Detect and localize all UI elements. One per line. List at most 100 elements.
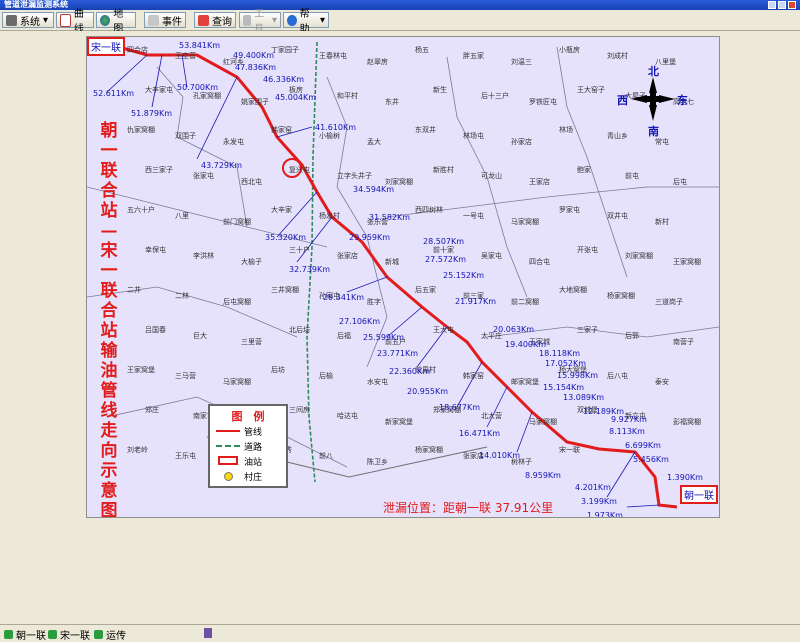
place-label: 王乐屯 <box>175 452 196 460</box>
distance-label: 19.400Km <box>505 340 547 349</box>
distance-label: 25.599Km <box>363 333 405 342</box>
station-label-start[interactable]: 宋一联 <box>87 37 125 56</box>
legend-item-pipeline: 管线 <box>244 428 263 438</box>
map-button[interactable]: 地图 <box>96 9 136 35</box>
tools-menu-button[interactable]: 工具 ▾ <box>239 9 281 35</box>
map-vertical-title: 朝一联合站—宋一联合站输油管线走向示意图 <box>100 121 118 518</box>
chevron-down-icon: ▾ <box>271 14 277 26</box>
compass-south: 南 <box>648 125 659 138</box>
place-label: 八里 <box>175 212 189 220</box>
query-button[interactable]: 查询 <box>194 12 236 28</box>
distance-label: 29.341Km <box>323 293 365 302</box>
place-label: 孟大 <box>367 138 381 146</box>
place-label: 王春林屯 <box>319 52 347 60</box>
distance-label: 3.199Km <box>581 497 617 506</box>
place-label: 王家窝棚 <box>673 258 701 266</box>
legend-item-road: 道路 <box>244 443 263 453</box>
place-label: 可龙山 <box>481 172 502 180</box>
distance-label: 20.955Km <box>407 387 449 396</box>
place-label: 姚家围子 <box>241 98 269 106</box>
distance-label: 1.973Km <box>587 511 623 518</box>
place-label: 新生 <box>433 86 447 94</box>
distance-label: 51.879Km <box>131 109 173 118</box>
place-label: 郑庄 <box>145 406 159 414</box>
place-label: 东双井 <box>415 126 436 134</box>
compass-north: 北 <box>648 65 659 78</box>
distance-label: 9.927Km <box>611 415 647 424</box>
place-label: 东井 <box>385 98 399 106</box>
pipeline-map[interactable]: 四合店 王空营 红河乡 丁家园子 王春林屯 赵翠房 杨五 胖五家 刘温三 小瓶房 刘成村 八里堡 大辛家… <box>86 36 720 518</box>
place-label: 王大屯 <box>433 326 454 334</box>
system-menu-button[interactable]: 系统 ▾ <box>2 12 54 28</box>
place-label: 前门窝棚 <box>223 218 251 226</box>
distance-label: 1.390Km <box>667 473 703 482</box>
distance-label: 5.456Km <box>633 455 669 464</box>
place-label: 马家窝棚 <box>529 418 557 426</box>
place-label: 张家店 <box>337 252 358 260</box>
place-label: 幸保屯 <box>145 246 166 254</box>
help-icon <box>287 14 297 26</box>
distance-label: 16.471Km <box>459 429 501 438</box>
close-button[interactable] <box>788 1 796 9</box>
place-label: 西三家子 <box>145 166 173 174</box>
place-label: 王家店 <box>529 178 550 186</box>
status-icon <box>4 630 13 639</box>
distance-label: 49.400Km <box>233 51 275 60</box>
place-label: 刘温三 <box>511 58 532 66</box>
place-label: 王家窝堡 <box>127 366 155 374</box>
toolbar: 系统 ▾ 曲线 地图 事件 查询 工具 ▾ 帮助 ▾ <box>0 9 800 35</box>
place-label: 吴家屯 <box>481 252 502 260</box>
chevron-down-icon: ▾ <box>43 14 49 26</box>
place-label: 后十三户 <box>481 92 509 100</box>
maximize-button[interactable] <box>778 1 786 9</box>
place-label: 新家窝堡 <box>385 418 413 426</box>
place-label: 王空营 <box>175 52 196 60</box>
place-label: 杨家窝棚 <box>415 446 443 454</box>
place-label: 张家屯 <box>193 172 214 180</box>
place-label: 陈卫乡 <box>367 458 388 466</box>
place-label: 三家子 <box>577 326 598 334</box>
pipeline-path <box>118 45 678 509</box>
place-label: 小瓶房 <box>559 46 580 54</box>
place-label: 大辛家 <box>271 206 292 214</box>
place-label: 孔家窝棚 <box>193 92 221 100</box>
window-title: 管道泄漏监测系统 <box>4 0 68 9</box>
place-label: 罗铁匠屯 <box>529 98 557 106</box>
place-label: 三井窝棚 <box>271 286 299 294</box>
distance-label: 27.572Km <box>425 255 467 264</box>
place-label: 四合店 <box>127 46 148 54</box>
distance-label: 31.582Km <box>369 213 411 222</box>
place-label: 韩家窑 <box>271 126 292 134</box>
place-label: 彭福窝棚 <box>673 418 701 426</box>
station-label-end[interactable]: 朝一联 <box>680 485 718 504</box>
place-label: 一号屯 <box>463 212 484 220</box>
leader-line <box>486 386 508 428</box>
place-label: 杨五 <box>415 46 429 54</box>
place-label: 北后坊 <box>289 326 310 334</box>
place-label: 刘老岭 <box>127 446 148 454</box>
place-label: 鲍家 <box>577 166 591 174</box>
chart-icon <box>60 13 71 27</box>
query-label: 查询 <box>212 16 232 28</box>
wrench-icon <box>243 14 252 26</box>
place-label: 四合屯 <box>529 258 550 266</box>
place-label: 后屯 <box>673 178 687 186</box>
distance-label: 23.771Km <box>377 349 419 358</box>
distance-label: 18.118Km <box>539 349 581 358</box>
distance-label: 6.699Km <box>625 441 661 450</box>
distance-label: 15.998Km <box>557 371 599 380</box>
place-label: 后郭 <box>625 332 639 340</box>
distance-label: 25.152Km <box>443 271 485 280</box>
distance-label: 35.320Km <box>265 233 307 242</box>
distance-label: 34.594Km <box>353 185 395 194</box>
help-menu-button[interactable]: 帮助 ▾ <box>283 9 329 35</box>
event-button[interactable]: 事件 <box>144 12 186 28</box>
event-label: 事件 <box>162 16 182 28</box>
curve-button[interactable]: 曲线 <box>56 9 94 35</box>
place-label: 立字头井子 <box>337 172 372 180</box>
place-label: 前八 <box>319 452 333 460</box>
distance-label: 45.004Km <box>275 93 317 102</box>
minimize-button[interactable] <box>768 1 776 9</box>
place-label: 三间房 <box>289 406 310 414</box>
query-icon <box>198 14 209 26</box>
